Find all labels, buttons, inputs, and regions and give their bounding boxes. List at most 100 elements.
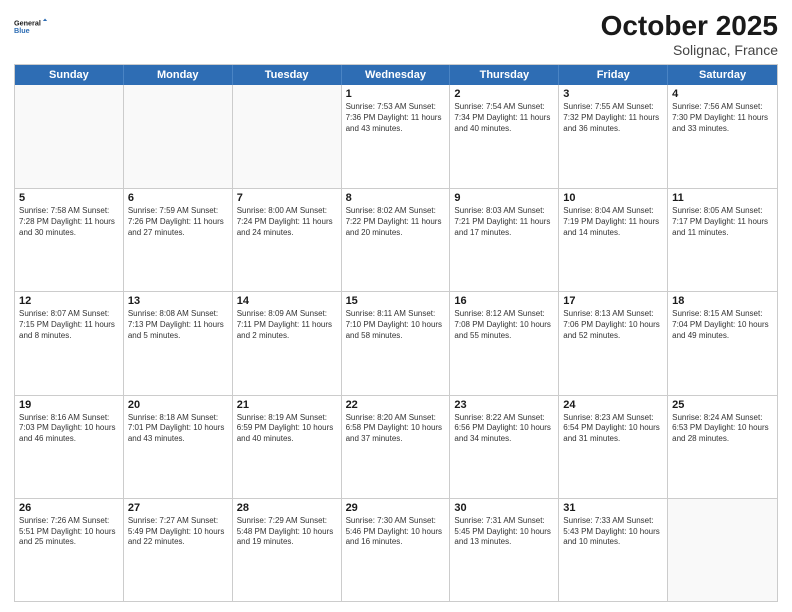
day-info-9: Sunrise: 8:03 AM Sunset: 7:21 PM Dayligh… <box>454 206 554 238</box>
day-number-7: 7 <box>237 192 337 204</box>
month-title: October 2025 <box>601 10 778 42</box>
day-cell-19: 19Sunrise: 8:16 AM Sunset: 7:03 PM Dayli… <box>15 396 124 498</box>
day-info-25: Sunrise: 8:24 AM Sunset: 6:53 PM Dayligh… <box>672 413 773 445</box>
day-info-14: Sunrise: 8:09 AM Sunset: 7:11 PM Dayligh… <box>237 309 337 341</box>
day-info-17: Sunrise: 8:13 AM Sunset: 7:06 PM Dayligh… <box>563 309 663 341</box>
header-day-wednesday: Wednesday <box>342 65 451 85</box>
day-number-11: 11 <box>672 192 773 204</box>
day-cell-2: 2Sunrise: 7:54 AM Sunset: 7:34 PM Daylig… <box>450 85 559 188</box>
day-number-17: 17 <box>563 295 663 307</box>
day-cell-24: 24 Sunrise: 8:23 AM Sunset: 6:54 PM Dayli… <box>559 396 668 498</box>
day-cell-27: 27 Sunrise: 7:27 AM Sunset: 5:49 PM Dayli… <box>124 499 233 601</box>
day-number-28: 28 <box>237 502 337 514</box>
day-info-10: Sunrise: 8:04 AM Sunset: 7:19 PM Dayligh… <box>563 206 663 238</box>
day-number-6: 6 <box>128 192 228 204</box>
day-number-4: 4 <box>672 88 773 100</box>
logo: General Blue <box>14 10 48 44</box>
day-info-1: Sunrise: 7:53 AM Sunset: 7:36 PM Dayligh… <box>346 102 446 134</box>
header: General Blue October 2025 Solignac, Fran… <box>14 10 778 58</box>
day-number-24: 24 <box>563 399 663 411</box>
page: General Blue October 2025 Solignac, Fran… <box>0 0 792 612</box>
day-info-20: Sunrise: 8:18 AM Sunset: 7:01 PM Dayligh… <box>128 413 228 445</box>
header-day-tuesday: Tuesday <box>233 65 342 85</box>
header-day-friday: Friday <box>559 65 668 85</box>
empty-cell-0-2 <box>233 85 342 188</box>
day-number-16: 16 <box>454 295 554 307</box>
day-cell-29: 29 Sunrise: 7:30 AM Sunset: 5:46 PM Dayli… <box>342 499 451 601</box>
day-info-16: Sunrise: 8:12 AM Sunset: 7:08 PM Dayligh… <box>454 309 554 341</box>
day-info-27: Sunrise: 7:27 AM Sunset: 5:49 PM Dayligh… <box>128 516 228 548</box>
day-number-18: 18 <box>672 295 773 307</box>
day-number-12: 12 <box>19 295 119 307</box>
svg-text:Blue: Blue <box>14 26 30 35</box>
day-number-27: 27 <box>128 502 228 514</box>
day-cell-21: 21 Sunrise: 8:19 AM Sunset: 6:59 PM Dayli… <box>233 396 342 498</box>
week-row-5: 26Sunrise: 7:26 AM Sunset: 5:51 PM Dayli… <box>15 498 777 601</box>
day-info-7: Sunrise: 8:00 AM Sunset: 7:24 PM Dayligh… <box>237 206 337 238</box>
day-info-28: Sunrise: 7:29 AM Sunset: 5:48 PM Dayligh… <box>237 516 337 548</box>
empty-cell-4-6 <box>668 499 777 601</box>
day-cell-8: 8 Sunrise: 8:02 AM Sunset: 7:22 PM Daylig… <box>342 189 451 291</box>
calendar-header: SundayMondayTuesdayWednesdayThursdayFrid… <box>15 65 777 85</box>
week-row-4: 19Sunrise: 8:16 AM Sunset: 7:03 PM Dayli… <box>15 395 777 498</box>
header-day-sunday: Sunday <box>15 65 124 85</box>
logo-svg: General Blue <box>14 10 48 44</box>
header-day-monday: Monday <box>124 65 233 85</box>
day-number-26: 26 <box>19 502 119 514</box>
day-cell-14: 14 Sunrise: 8:09 AM Sunset: 7:11 PM Dayli… <box>233 292 342 394</box>
day-info-13: Sunrise: 8:08 AM Sunset: 7:13 PM Dayligh… <box>128 309 228 341</box>
day-number-29: 29 <box>346 502 446 514</box>
day-info-12: Sunrise: 8:07 AM Sunset: 7:15 PM Dayligh… <box>19 309 119 341</box>
day-cell-13: 13 Sunrise: 8:08 AM Sunset: 7:13 PM Dayli… <box>124 292 233 394</box>
day-info-4: Sunrise: 7:56 AM Sunset: 7:30 PM Dayligh… <box>672 102 773 134</box>
day-info-24: Sunrise: 8:23 AM Sunset: 6:54 PM Dayligh… <box>563 413 663 445</box>
location: Solignac, France <box>601 42 778 58</box>
empty-cell-0-1 <box>124 85 233 188</box>
day-info-22: Sunrise: 8:20 AM Sunset: 6:58 PM Dayligh… <box>346 413 446 445</box>
day-cell-31: 31 Sunrise: 7:33 AM Sunset: 5:43 PM Dayli… <box>559 499 668 601</box>
day-number-31: 31 <box>563 502 663 514</box>
day-cell-18: 18 Sunrise: 8:15 AM Sunset: 7:04 PM Dayli… <box>668 292 777 394</box>
day-number-13: 13 <box>128 295 228 307</box>
day-cell-22: 22 Sunrise: 8:20 AM Sunset: 6:58 PM Dayli… <box>342 396 451 498</box>
day-cell-11: 11 Sunrise: 8:05 AM Sunset: 7:17 PM Dayli… <box>668 189 777 291</box>
header-day-saturday: Saturday <box>668 65 777 85</box>
day-info-8: Sunrise: 8:02 AM Sunset: 7:22 PM Dayligh… <box>346 206 446 238</box>
day-number-5: 5 <box>19 192 119 204</box>
calendar-body: 1Sunrise: 7:53 AM Sunset: 7:36 PM Daylig… <box>15 85 777 601</box>
header-day-thursday: Thursday <box>450 65 559 85</box>
day-number-30: 30 <box>454 502 554 514</box>
day-cell-20: 20 Sunrise: 8:18 AM Sunset: 7:01 PM Dayli… <box>124 396 233 498</box>
day-cell-10: 10Sunrise: 8:04 AM Sunset: 7:19 PM Dayli… <box>559 189 668 291</box>
day-info-21: Sunrise: 8:19 AM Sunset: 6:59 PM Dayligh… <box>237 413 337 445</box>
day-cell-17: 17 Sunrise: 8:13 AM Sunset: 7:06 PM Dayli… <box>559 292 668 394</box>
day-info-23: Sunrise: 8:22 AM Sunset: 6:56 PM Dayligh… <box>454 413 554 445</box>
day-cell-30: 30Sunrise: 7:31 AM Sunset: 5:45 PM Dayli… <box>450 499 559 601</box>
day-info-11: Sunrise: 8:05 AM Sunset: 7:17 PM Dayligh… <box>672 206 773 238</box>
day-info-19: Sunrise: 8:16 AM Sunset: 7:03 PM Dayligh… <box>19 413 119 445</box>
day-info-6: Sunrise: 7:59 AM Sunset: 7:26 PM Dayligh… <box>128 206 228 238</box>
day-cell-3: 3 Sunrise: 7:55 AM Sunset: 7:32 PM Daylig… <box>559 85 668 188</box>
day-cell-23: 23Sunrise: 8:22 AM Sunset: 6:56 PM Dayli… <box>450 396 559 498</box>
day-info-18: Sunrise: 8:15 AM Sunset: 7:04 PM Dayligh… <box>672 309 773 341</box>
day-number-3: 3 <box>563 88 663 100</box>
day-cell-26: 26Sunrise: 7:26 AM Sunset: 5:51 PM Dayli… <box>15 499 124 601</box>
day-info-29: Sunrise: 7:30 AM Sunset: 5:46 PM Dayligh… <box>346 516 446 548</box>
day-number-8: 8 <box>346 192 446 204</box>
day-number-22: 22 <box>346 399 446 411</box>
day-info-3: Sunrise: 7:55 AM Sunset: 7:32 PM Dayligh… <box>563 102 663 134</box>
day-cell-1: 1Sunrise: 7:53 AM Sunset: 7:36 PM Daylig… <box>342 85 451 188</box>
day-number-2: 2 <box>454 88 554 100</box>
day-number-14: 14 <box>237 295 337 307</box>
empty-cell-0-0 <box>15 85 124 188</box>
day-number-21: 21 <box>237 399 337 411</box>
day-cell-28: 28 Sunrise: 7:29 AM Sunset: 5:48 PM Dayli… <box>233 499 342 601</box>
day-cell-9: 9Sunrise: 8:03 AM Sunset: 7:21 PM Daylig… <box>450 189 559 291</box>
day-info-15: Sunrise: 8:11 AM Sunset: 7:10 PM Dayligh… <box>346 309 446 341</box>
day-cell-12: 12 Sunrise: 8:07 AM Sunset: 7:15 PM Dayli… <box>15 292 124 394</box>
week-row-3: 12 Sunrise: 8:07 AM Sunset: 7:15 PM Dayli… <box>15 291 777 394</box>
day-cell-6: 6 Sunrise: 7:59 AM Sunset: 7:26 PM Daylig… <box>124 189 233 291</box>
day-number-20: 20 <box>128 399 228 411</box>
day-info-31: Sunrise: 7:33 AM Sunset: 5:43 PM Dayligh… <box>563 516 663 548</box>
calendar: SundayMondayTuesdayWednesdayThursdayFrid… <box>14 64 778 602</box>
